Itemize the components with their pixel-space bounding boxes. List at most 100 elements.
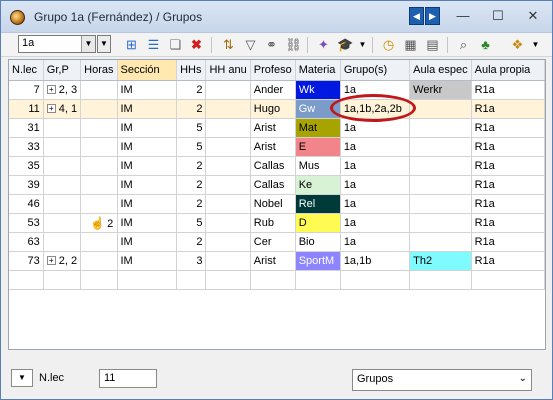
- cell-aula-especial[interactable]: [409, 99, 472, 119]
- cell-nlec[interactable]: 33: [9, 137, 44, 157]
- cell-materia[interactable]: D: [295, 213, 341, 233]
- cell-hh-anual[interactable]: [205, 137, 251, 157]
- cell-materia[interactable]: Mat: [295, 118, 341, 138]
- next-element-button[interactable]: ▶: [425, 7, 440, 25]
- cell-grupos[interactable]: 1a: [340, 213, 411, 233]
- sort-icon[interactable]: ⇅: [220, 36, 237, 53]
- cell-aula-propia[interactable]: R1a: [471, 194, 545, 214]
- table-row[interactable]: 53 ☝ 2 IM 5 Rub D 1a R1a: [9, 213, 545, 233]
- column-header[interactable]: HH anu: [205, 60, 251, 81]
- cell-horas[interactable]: [80, 194, 118, 214]
- group-menu-button[interactable]: ▼: [97, 35, 111, 53]
- cell-hhs[interactable]: 2: [176, 80, 207, 100]
- cell-aula-especial[interactable]: [409, 213, 472, 233]
- column-header[interactable]: Gr,P: [43, 60, 82, 81]
- column-header[interactable]: Horas: [80, 60, 118, 81]
- cell-profesor[interactable]: Arist: [250, 137, 296, 157]
- cell-gr[interactable]: [43, 137, 82, 157]
- cell-hhs[interactable]: 2: [176, 175, 207, 195]
- cell-horas[interactable]: [80, 232, 118, 252]
- cell-gr[interactable]: +2, 3: [43, 80, 82, 100]
- close-button[interactable]: ✕: [523, 7, 543, 25]
- maximize-button[interactable]: ☐: [488, 7, 508, 25]
- cell-seccion[interactable]: IM: [117, 99, 178, 119]
- delete-icon[interactable]: ✖: [188, 36, 205, 53]
- cell-profesor[interactable]: Ander: [250, 80, 296, 100]
- cell-seccion[interactable]: IM: [117, 213, 178, 233]
- cell-grupos[interactable]: 1a,1b: [340, 251, 411, 271]
- clock-icon[interactable]: ◷: [380, 36, 397, 53]
- cell-profesor[interactable]: Callas: [250, 175, 296, 195]
- cell-horas[interactable]: [80, 156, 118, 176]
- filter-icon[interactable]: ▽: [242, 36, 259, 53]
- cell-hhs[interactable]: 5: [176, 137, 207, 157]
- graduate-icon[interactable]: 🎓: [337, 36, 354, 53]
- table-row[interactable]: 31 IM 5 Arist Mat 1a R1a: [9, 118, 545, 138]
- cell-nlec[interactable]: 7: [9, 80, 44, 100]
- cell-horas[interactable]: [80, 118, 118, 138]
- cell-horas[interactable]: ☝ 2: [80, 213, 118, 233]
- cell-materia[interactable]: Ke: [295, 175, 341, 195]
- cell-gr[interactable]: +4, 1: [43, 99, 82, 119]
- cell-seccion[interactable]: IM: [117, 232, 178, 252]
- minimize-button[interactable]: —: [453, 7, 473, 25]
- cell-profesor[interactable]: Arist: [250, 251, 296, 271]
- cell-hh-anual[interactable]: [205, 232, 251, 252]
- cell-hhs[interactable]: 2: [176, 99, 207, 119]
- cell-materia[interactable]: Mus: [295, 156, 341, 176]
- cell-aula-especial[interactable]: [409, 137, 472, 157]
- cell-seccion[interactable]: IM: [117, 175, 178, 195]
- cell-gr[interactable]: [43, 213, 82, 233]
- chevron-down-icon[interactable]: ▼: [354, 36, 371, 53]
- cell-hh-anual[interactable]: [205, 156, 251, 176]
- table-row[interactable]: 46 IM 2 Nobel Rel 1a R1a: [9, 194, 545, 214]
- group-selector[interactable]: 1a ▼: [18, 35, 96, 53]
- cell-gr[interactable]: +2, 2: [43, 251, 82, 271]
- tree-icon[interactable]: ♣: [477, 36, 494, 53]
- cell-hhs[interactable]: 5: [176, 213, 207, 233]
- cell-profesor[interactable]: Arist: [250, 118, 296, 138]
- cell-gr[interactable]: [43, 118, 82, 138]
- cell-profesor[interactable]: Rub: [250, 213, 296, 233]
- column-header[interactable]: Aula espec: [409, 60, 472, 81]
- settings-icon[interactable]: ❖: [509, 36, 526, 53]
- wand-icon[interactable]: ✦: [315, 36, 332, 53]
- column-header[interactable]: Materia: [295, 60, 341, 81]
- new-lesson-icon[interactable]: ⊞: [123, 36, 140, 53]
- cell-hh-anual[interactable]: [205, 99, 251, 119]
- cell-profesor[interactable]: Callas: [250, 156, 296, 176]
- cell-hhs[interactable]: 5: [176, 118, 207, 138]
- new-doc-icon[interactable]: ❏: [167, 36, 184, 53]
- cell-aula-propia[interactable]: R1a: [471, 137, 545, 157]
- cell-aula-especial[interactable]: [409, 232, 472, 252]
- link-icon[interactable]: ⛓: [285, 36, 302, 53]
- view-selector[interactable]: Grupos ⌄: [352, 369, 532, 391]
- cell-materia[interactable]: E: [295, 137, 341, 157]
- column-header[interactable]: Grupo(s): [340, 60, 411, 81]
- cell-gr[interactable]: [43, 232, 82, 252]
- cell-nlec[interactable]: 31: [9, 118, 44, 138]
- cell-hh-anual[interactable]: [205, 80, 251, 100]
- column-header[interactable]: N.lec: [9, 60, 44, 81]
- cell-nlec[interactable]: 53: [9, 213, 44, 233]
- column-header[interactable]: Sección: [117, 60, 178, 81]
- cell-materia[interactable]: SportM: [295, 251, 341, 271]
- sort-field-button[interactable]: ▼: [11, 369, 33, 387]
- cell-nlec[interactable]: 46: [9, 194, 44, 214]
- cell-hhs[interactable]: 2: [176, 156, 207, 176]
- cell-hhs[interactable]: 2: [176, 194, 207, 214]
- vertical-scrollbar[interactable]: [547, 59, 552, 350]
- cell-aula-especial[interactable]: [409, 194, 472, 214]
- cell-seccion[interactable]: IM: [117, 251, 178, 271]
- column-header[interactable]: HHs: [176, 60, 207, 81]
- chevron-down-icon[interactable]: ▼: [81, 36, 95, 52]
- expand-icon[interactable]: +: [46, 256, 56, 266]
- cell-grupos[interactable]: 1a: [340, 175, 411, 195]
- cell-gr[interactable]: [43, 194, 82, 214]
- cell-horas[interactable]: [80, 175, 118, 195]
- cell-hh-anual[interactable]: [205, 251, 251, 271]
- cell-profesor[interactable]: Hugo: [250, 99, 296, 119]
- cell-profesor[interactable]: Cer: [250, 232, 296, 252]
- cell-seccion[interactable]: IM: [117, 118, 178, 138]
- cell-nlec[interactable]: 35: [9, 156, 44, 176]
